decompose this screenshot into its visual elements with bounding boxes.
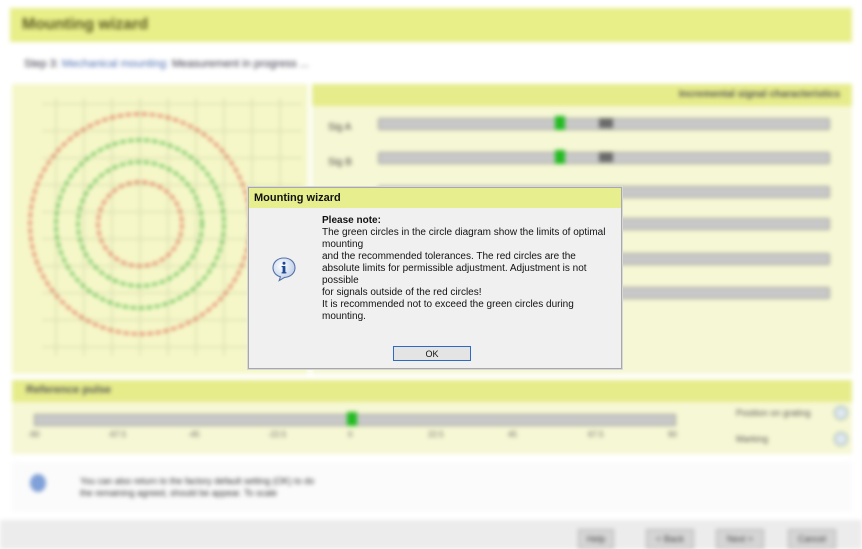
signal-meter-a-indicator [555,116,565,130]
dialog-message-line-3: for signals outside of the red circles! [322,287,482,298]
next-button[interactable]: Next > [716,529,764,549]
app-title-bar: Mounting wizard [10,8,852,42]
reference-scale-tick: -67.5 [108,430,127,439]
info-text-line-1: You can also return to the factory defau… [80,476,315,486]
reference-scale-tick: 67.5 [588,430,604,439]
dialog-title-bar: Mounting wizard [249,188,621,208]
dialog-note-heading: Please note: [322,215,381,226]
reference-pulse-header: Reference pulse [12,380,852,402]
meter-label-a: Sig A [328,122,352,133]
signal-meter-b-indicator [555,150,565,164]
signal-meter-a [378,116,830,130]
cancel-button[interactable]: Cancel [788,529,836,549]
reference-scale-tick: -45 [188,430,200,439]
reference-pulse-meter [34,412,676,426]
reference-option-1-label: Position on grating [736,408,811,418]
ok-button[interactable]: OK [393,346,471,361]
dialog-message-line-1: The green circles in the circle diagram … [322,227,606,250]
step-status: Measurement in progress ... [171,58,309,70]
info-text-line-2: the remaining agreed, should be appear. … [80,488,277,498]
mounting-note-dialog: Mounting wizard Please note: The green c… [248,187,622,369]
info-icon-small [30,474,46,492]
reference-pulse-panel: -90 -67.5 -45 -22.5 0 22.5 45 67.5 90 Position o… [12,402,852,454]
reference-scale-tick: -22.5 [268,430,287,439]
signal-meter-b [378,150,830,164]
reference-scale-tick: 0 [348,430,353,439]
reference-option-2-radio[interactable] [834,432,848,446]
info-text: You can also return to the factory defau… [80,475,314,499]
step-prefix: Step 3: [24,58,62,70]
reference-scale-tick: -90 [28,430,40,439]
step-link[interactable]: Mechanical mounting: [62,58,172,70]
step-indicator: Step 3: Mechanical mounting: Measurement… [24,58,309,70]
dialog-message: Please note: The green circles in the ci… [322,215,614,323]
signal-characteristics-header: Incremental signal characteristics [312,84,852,106]
reference-pulse-title: Reference pulse [26,384,111,396]
meter-label-b: Sig B [328,157,352,168]
reference-option-2-label: Marking [736,434,769,444]
signal-meter-b-marker [599,152,613,162]
signal-characteristics-title: Incremental signal characteristics [678,89,840,100]
dialog-title: Mounting wizard [254,192,341,204]
info-icon [272,257,296,282]
reference-scale-tick: 22.5 [428,430,444,439]
reference-option-1-radio[interactable] [834,406,848,420]
dialog-message-line-2: and the recommended tolerances. The red … [322,251,587,286]
reference-pulse-indicator [347,412,357,426]
reference-scale-tick: 90 [668,430,677,439]
help-button[interactable]: Help [578,529,614,549]
signal-meter-a-marker [599,118,613,128]
app-title: Mounting wizard [22,16,149,33]
back-button[interactable]: < Back [646,529,694,549]
reference-scale-tick: 45 [508,430,517,439]
dialog-message-line-4: It is recommended not to exceed the gree… [322,299,574,322]
